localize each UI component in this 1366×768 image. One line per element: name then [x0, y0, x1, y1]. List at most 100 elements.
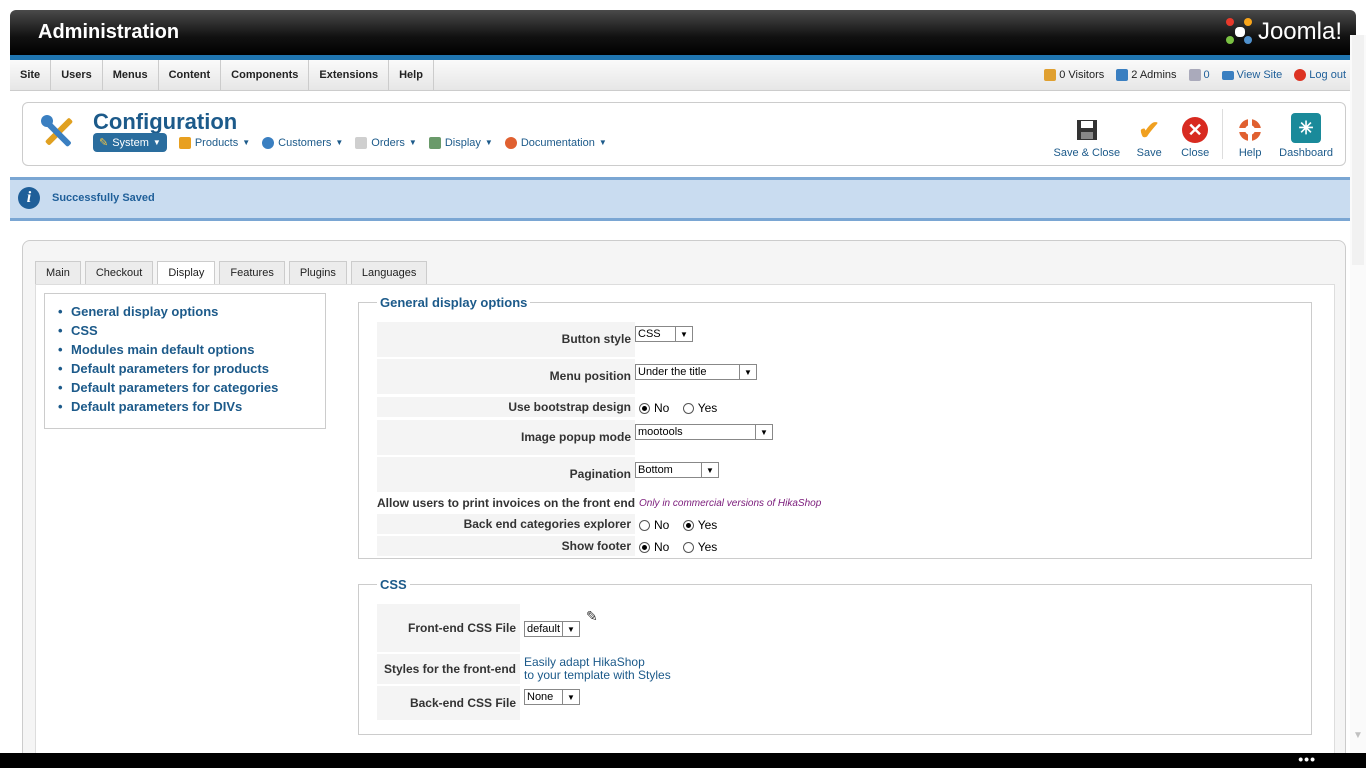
joomla-mark-icon	[1225, 18, 1254, 46]
tab-plugins[interactable]: Plugins	[288, 261, 347, 284]
lifebuoy-icon	[504, 136, 517, 149]
menu-site[interactable]: Site	[10, 60, 52, 90]
menu-menus[interactable]: Menus	[103, 60, 159, 90]
view-site-link[interactable]: View Site	[1221, 60, 1282, 90]
backend-css-select[interactable]: None ▼	[524, 689, 580, 705]
help-button[interactable]: Help	[1227, 109, 1273, 159]
bottom-bar: •••	[0, 752, 1366, 768]
nav-css[interactable]: CSS	[58, 323, 325, 342]
menu-extensions[interactable]: Extensions	[309, 60, 390, 90]
section-nav: General display options CSS Modules main…	[44, 293, 326, 429]
edit-pencil-icon[interactable]: ✎	[586, 608, 598, 625]
popup-mode-label: Image popup mode	[377, 420, 635, 455]
bootstrap-yes-radio[interactable]: Yes	[682, 401, 717, 415]
submenu-orders[interactable]: Orders ▼	[355, 136, 417, 149]
chevron-down-icon: ▼	[701, 463, 718, 477]
toolbar-box: Configuration ✎ System ▼ Products ▼ Custome…	[22, 102, 1346, 166]
bootstrap-row: Use bootstrap design No Yes	[377, 397, 727, 417]
frontend-css-select[interactable]: default ▼	[524, 621, 580, 637]
menu-content[interactable]: Content	[159, 60, 222, 90]
menu-components[interactable]: Components	[221, 60, 310, 90]
categories-explorer-row: Back end categories explorer No Yes	[377, 514, 727, 534]
menu-users[interactable]: Users	[51, 60, 103, 90]
submenu-documentation[interactable]: Documentation ▼	[504, 136, 607, 149]
admins-status: 2 Admins	[1116, 60, 1177, 90]
print-invoices-label: Allow users to print invoices on the fro…	[377, 494, 636, 512]
messages-status[interactable]: 0	[1188, 60, 1210, 90]
configuration-tools-icon	[41, 115, 73, 147]
radio-empty-icon	[682, 402, 694, 414]
submenu-system[interactable]: ✎ System ▼	[93, 133, 167, 152]
tab-languages[interactable]: Languages	[350, 261, 428, 284]
chevron-down-icon: ▼	[408, 138, 417, 147]
button-style-label: Button style	[377, 322, 635, 357]
nav-category-defaults[interactable]: Default parameters for categories	[58, 380, 325, 399]
css-fieldset: CSS Front-end CSS File default ▼ ✎ Styles…	[358, 577, 1312, 735]
backend-css-row: Back-end CSS File None ▼	[377, 686, 580, 720]
scrollbar-thumb[interactable]	[1352, 35, 1364, 265]
menu-position-row: Menu position Under the title ▼	[377, 359, 757, 394]
tab-checkout[interactable]: Checkout	[84, 261, 154, 284]
explorer-yes-radio[interactable]: Yes	[682, 518, 717, 532]
toolbar-buttons: Save & Close ✔ Save ✕ Close Help ✳ Dashb…	[1048, 109, 1339, 159]
chevron-down-icon: ▼	[562, 690, 579, 704]
footer-yes-radio[interactable]: Yes	[682, 540, 717, 554]
close-icon: ✕	[1182, 117, 1209, 143]
general-display-legend: General display options	[380, 295, 528, 310]
chevron-down-icon: ▼	[484, 138, 493, 147]
visitors-status: 0 Visitors	[1044, 60, 1104, 90]
config-content: Main Checkout Display Features Plugins L…	[22, 240, 1346, 754]
logout-icon	[1294, 69, 1307, 81]
page-scrollbar[interactable]: ▼	[1350, 35, 1366, 753]
products-icon	[178, 136, 191, 149]
joomla-brand: Joomla!	[1257, 18, 1342, 45]
tab-display[interactable]: Display	[157, 261, 216, 285]
chevron-down-icon: ▼	[755, 425, 772, 439]
logout-link[interactable]: Log out	[1294, 60, 1346, 90]
menu-position-label: Menu position	[377, 359, 635, 394]
tab-features[interactable]: Features	[219, 261, 285, 284]
footer-label: Show footer	[377, 536, 635, 556]
display-tab-panel: General display options CSS Modules main…	[35, 284, 1335, 754]
admin-window: Administration Joomla! Site Users Menus …	[10, 10, 1356, 754]
button-style-row: Button style CSS ▼	[377, 322, 693, 357]
footer-row: Show footer No Yes	[377, 536, 727, 556]
dashboard-icon: ✳	[1291, 113, 1322, 143]
save-button[interactable]: ✔ Save	[1126, 109, 1172, 160]
orders-icon	[355, 136, 368, 149]
styles-link[interactable]: Easily adapt HikaShop to your template w…	[524, 656, 671, 682]
status-info: 0 Visitors 2 Admins 0 View Site Log out	[1044, 60, 1346, 90]
button-style-select[interactable]: CSS ▼	[635, 326, 693, 342]
message-text: Successfully Saved	[52, 192, 155, 204]
footer-no-radio[interactable]: No	[639, 540, 669, 554]
toolbar-divider	[1222, 109, 1224, 159]
radio-selected-icon	[682, 519, 694, 531]
page-title: Configuration	[93, 109, 238, 134]
customers-icon	[262, 136, 275, 149]
admins-icon	[1116, 69, 1129, 81]
visitors-icon	[1044, 69, 1057, 81]
scroll-down-icon[interactable]: ▼	[1353, 730, 1363, 741]
radio-empty-icon	[639, 519, 650, 531]
save-close-button[interactable]: Save & Close	[1048, 109, 1127, 159]
chevron-down-icon: ▼	[335, 138, 344, 147]
nav-modules-defaults[interactable]: Modules main default options	[58, 342, 325, 361]
menu-position-select[interactable]: Under the title ▼	[635, 364, 757, 380]
pagination-select[interactable]: Bottom ▼	[635, 462, 719, 478]
submenu-display[interactable]: Display ▼	[428, 136, 493, 149]
bootstrap-no-radio[interactable]: No	[639, 401, 669, 415]
explorer-no-radio[interactable]: No	[639, 518, 669, 532]
more-dots-icon[interactable]: •••	[1298, 752, 1316, 766]
nav-div-defaults[interactable]: Default parameters for DIVs	[58, 399, 325, 418]
popup-mode-select[interactable]: mootools ▼	[635, 424, 773, 440]
backend-css-label: Back-end CSS File	[377, 686, 520, 720]
dashboard-button[interactable]: ✳ Dashboard	[1273, 109, 1339, 159]
submenu-customers[interactable]: Customers ▼	[262, 136, 344, 149]
css-legend: CSS	[380, 577, 407, 592]
submenu-products[interactable]: Products ▼	[178, 136, 250, 149]
nav-general-display[interactable]: General display options	[58, 304, 325, 323]
close-button[interactable]: ✕ Close	[1172, 109, 1218, 159]
nav-product-defaults[interactable]: Default parameters for products	[58, 361, 325, 380]
menu-help[interactable]: Help	[389, 60, 434, 90]
tab-main[interactable]: Main	[35, 261, 81, 284]
